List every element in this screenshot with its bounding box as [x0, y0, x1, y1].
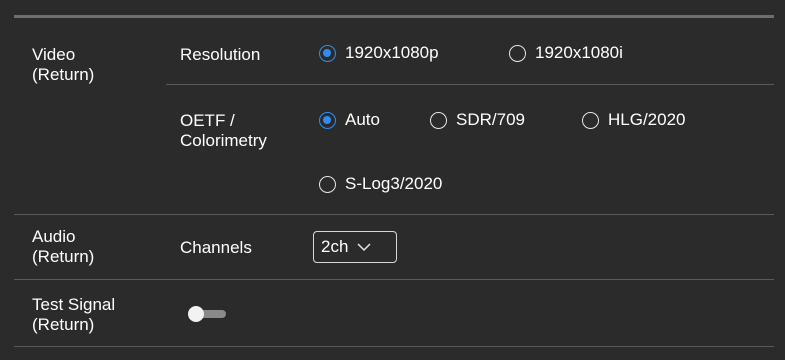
- top-divider: [14, 15, 774, 18]
- resolution-option-1080p[interactable]: 1920x1080p: [319, 42, 439, 64]
- test-signal-toggle[interactable]: [186, 305, 228, 323]
- oetf-option-auto-label: Auto: [345, 110, 380, 129]
- toggle-knob: [188, 306, 204, 322]
- radio-unchecked-icon: [582, 111, 599, 129]
- channels-label: Channels: [180, 238, 252, 257]
- channels-select[interactable]: 2ch: [313, 231, 397, 263]
- oetf-option-auto[interactable]: Auto: [319, 109, 380, 131]
- radio-checked-icon: [319, 111, 336, 129]
- resolution-option-1080i-label: 1920x1080i: [535, 43, 623, 62]
- oetf-colorimetry-label: OETF / Colorimetry: [180, 111, 267, 150]
- resolution-label: Resolution: [180, 45, 261, 64]
- oetf-option-hlg2020[interactable]: HLG/2020: [582, 109, 686, 131]
- oetf-option-slog3-2020-label: S-Log3/2020: [345, 174, 443, 193]
- radio-unchecked-icon: [509, 44, 526, 62]
- audio-section-label: Audio (Return): [32, 227, 95, 266]
- test-signal-section-label: Test Signal (Return): [32, 295, 116, 334]
- oetf-option-sdr709-label: SDR/709: [456, 110, 525, 129]
- radio-unchecked-icon: [430, 111, 447, 129]
- video-section-label: Video (Return): [32, 45, 95, 84]
- audio-section-divider: [14, 279, 774, 280]
- radio-checked-icon: [319, 44, 336, 62]
- chevron-down-icon: [357, 243, 371, 252]
- video-inner-divider: [166, 84, 774, 85]
- oetf-option-slog3-2020[interactable]: S-Log3/2020: [319, 173, 442, 195]
- oetf-option-hlg2020-label: HLG/2020: [608, 110, 686, 129]
- oetf-option-sdr709[interactable]: SDR/709: [430, 109, 525, 131]
- bottom-divider: [14, 346, 774, 347]
- radio-unchecked-icon: [319, 175, 336, 193]
- channels-select-value: 2ch: [321, 237, 349, 256]
- resolution-option-1080i[interactable]: 1920x1080i: [509, 42, 623, 64]
- resolution-option-1080p-label: 1920x1080p: [345, 43, 439, 62]
- video-section-divider: [14, 214, 774, 215]
- return-settings-panel: Video (Return) Resolution 1920x1080p 192…: [0, 0, 785, 360]
